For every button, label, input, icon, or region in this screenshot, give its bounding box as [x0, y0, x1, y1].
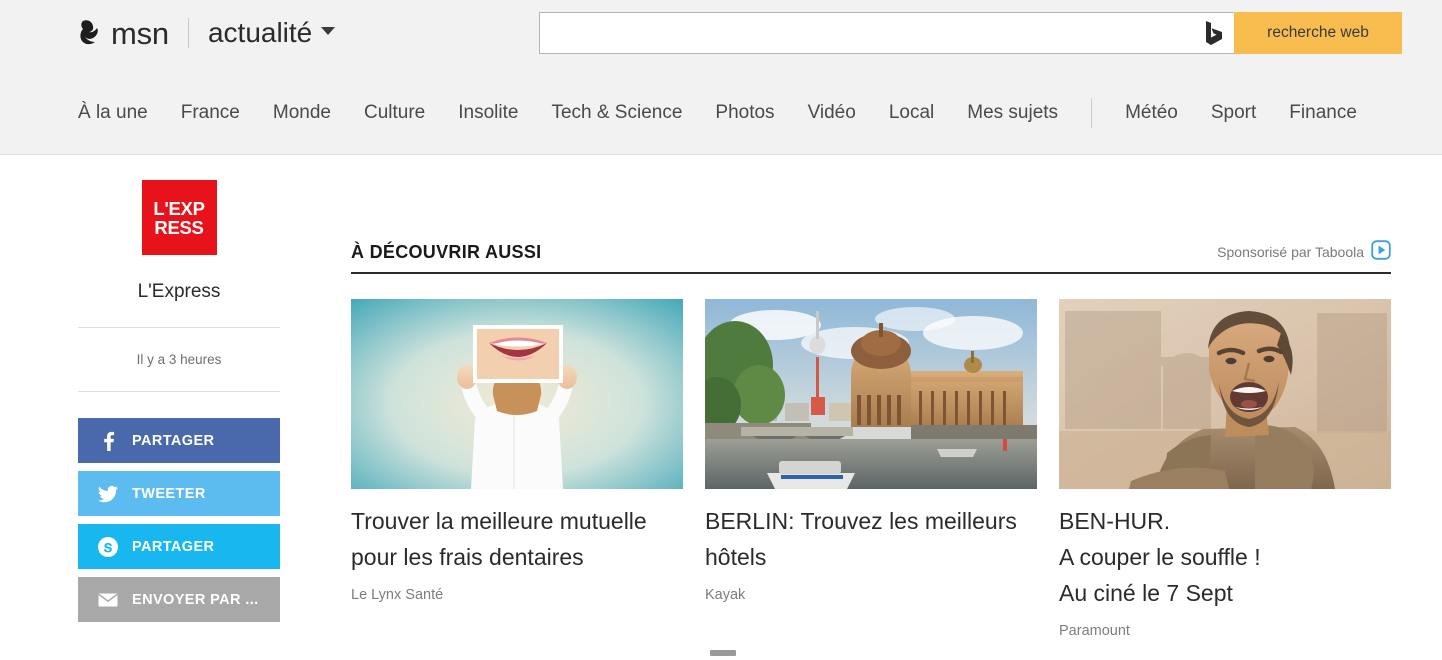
- search-input[interactable]: [540, 13, 1234, 53]
- source-logo-line-2: RESS: [154, 216, 204, 238]
- site-header: msn actualité recherche web À la une Fran…: [0, 0, 1442, 155]
- brand-divider: [187, 18, 189, 48]
- nav-item-culture[interactable]: Culture: [364, 98, 425, 128]
- nav-item-france[interactable]: France: [181, 98, 240, 128]
- share-button-facebook[interactable]: PARTAGER: [78, 418, 280, 463]
- msn-butterfly-icon[interactable]: [78, 18, 111, 48]
- sidebar-divider-top: [78, 327, 280, 328]
- share-button-skype[interactable]: PARTAGER: [78, 524, 280, 569]
- nav-item-mes-sujets[interactable]: Mes sujets: [967, 98, 1058, 128]
- sponsor-label: Sponsorisé par Taboola: [1217, 243, 1364, 260]
- vertical-label[interactable]: actualité: [208, 19, 312, 47]
- sponsor-attribution[interactable]: Sponsorisé par Taboola: [1217, 240, 1391, 263]
- msn-wordmark[interactable]: msn: [111, 18, 169, 49]
- share-button-label: PARTAGER: [132, 432, 215, 449]
- web-search-button[interactable]: recherche web: [1234, 12, 1402, 54]
- nav-item-monde[interactable]: Monde: [273, 98, 331, 128]
- source-logo-line-1: L'EXP: [153, 197, 205, 219]
- card-image-berlin[interactable]: [705, 299, 1037, 489]
- card-title[interactable]: BERLIN: Trouvez les meilleurs hôtels: [705, 503, 1037, 575]
- nav-item-tech-science[interactable]: Tech & Science: [551, 98, 682, 128]
- nav-item-vid-o[interactable]: Vidéo: [808, 98, 856, 128]
- share-button-label: PARTAGER: [132, 538, 215, 555]
- nav-item-finance[interactable]: Finance: [1289, 98, 1357, 128]
- nav-item-insolite[interactable]: Insolite: [458, 98, 518, 128]
- card-source: Kayak: [705, 587, 746, 603]
- share-button-label: TWEETER: [132, 485, 206, 502]
- main-navigation: À la une France Monde Culture Insolite Tech &…: [0, 98, 1442, 155]
- recommendation-card[interactable]: BERLIN: Trouvez les meilleurs hôtels Kay…: [705, 299, 1037, 639]
- share-button-label: ENVOYER PAR ...: [132, 591, 259, 608]
- nav-item-m-t-o[interactable]: Météo: [1125, 98, 1178, 128]
- share-button-list: PARTAGER TWEETER PARTAGER ENVOYER PAR ...: [78, 418, 280, 622]
- card-source: Paramount: [1059, 623, 1130, 639]
- card-image-dental[interactable]: [351, 299, 683, 489]
- card-source: Le Lynx Santé: [351, 587, 444, 603]
- nav-item-la-une[interactable]: À la une: [78, 98, 148, 128]
- nav-item-local[interactable]: Local: [889, 98, 934, 128]
- recommendation-cards: Trouver la meilleure mutuelle pour les f…: [351, 299, 1391, 639]
- search-box[interactable]: [539, 12, 1234, 54]
- section-title: À DÉCOUVRIR AUSSI: [351, 242, 542, 262]
- twitter-icon: [97, 483, 119, 505]
- skype-icon: [97, 536, 119, 558]
- search-area: recherche web: [539, 12, 1402, 54]
- article-timestamp: Il y a 3 heures: [136, 352, 222, 367]
- section-header: À DÉCOUVRIR AUSSI Sponsorisé par Taboola: [351, 240, 1391, 274]
- nav-item-photos[interactable]: Photos: [715, 98, 774, 128]
- recommendation-card[interactable]: Trouver la meilleure mutuelle pour les f…: [351, 299, 683, 639]
- taboola-play-icon[interactable]: [1364, 240, 1391, 263]
- facebook-icon: [97, 430, 119, 452]
- article-sidebar: L'EXP RESS L'Express Il y a 3 heures PAR…: [78, 180, 280, 630]
- recommendation-card[interactable]: BEN-HUR. A couper le souffle ! Au ciné le …: [1059, 299, 1391, 639]
- nav-divider: [1091, 98, 1093, 128]
- envelope-icon: [97, 589, 119, 611]
- taboola-widget: À DÉCOUVRIR AUSSI Sponsorisé par Taboola: [351, 156, 1391, 639]
- source-logo[interactable]: L'EXP RESS: [141, 180, 217, 255]
- page-content: L'EXP RESS L'Express Il y a 3 heures PAR…: [0, 156, 1442, 660]
- card-title[interactable]: BEN-HUR. A couper le souffle ! Au ciné le …: [1059, 503, 1391, 611]
- chevron-down-icon[interactable]: [321, 27, 336, 35]
- sidebar-divider-bottom: [78, 391, 280, 392]
- brand-area: msn actualité: [78, 10, 336, 56]
- share-button-twitter[interactable]: TWEETER: [78, 471, 280, 516]
- bottom-partial-element: [710, 650, 736, 656]
- card-title[interactable]: Trouver la meilleure mutuelle pour les f…: [351, 503, 683, 575]
- card-image-benhur[interactable]: [1059, 299, 1391, 489]
- share-button-envelope[interactable]: ENVOYER PAR ...: [78, 577, 280, 622]
- header-top-bar: msn actualité recherche web: [0, 0, 1442, 66]
- nav-item-sport[interactable]: Sport: [1211, 98, 1256, 128]
- source-name[interactable]: L'Express: [78, 281, 280, 303]
